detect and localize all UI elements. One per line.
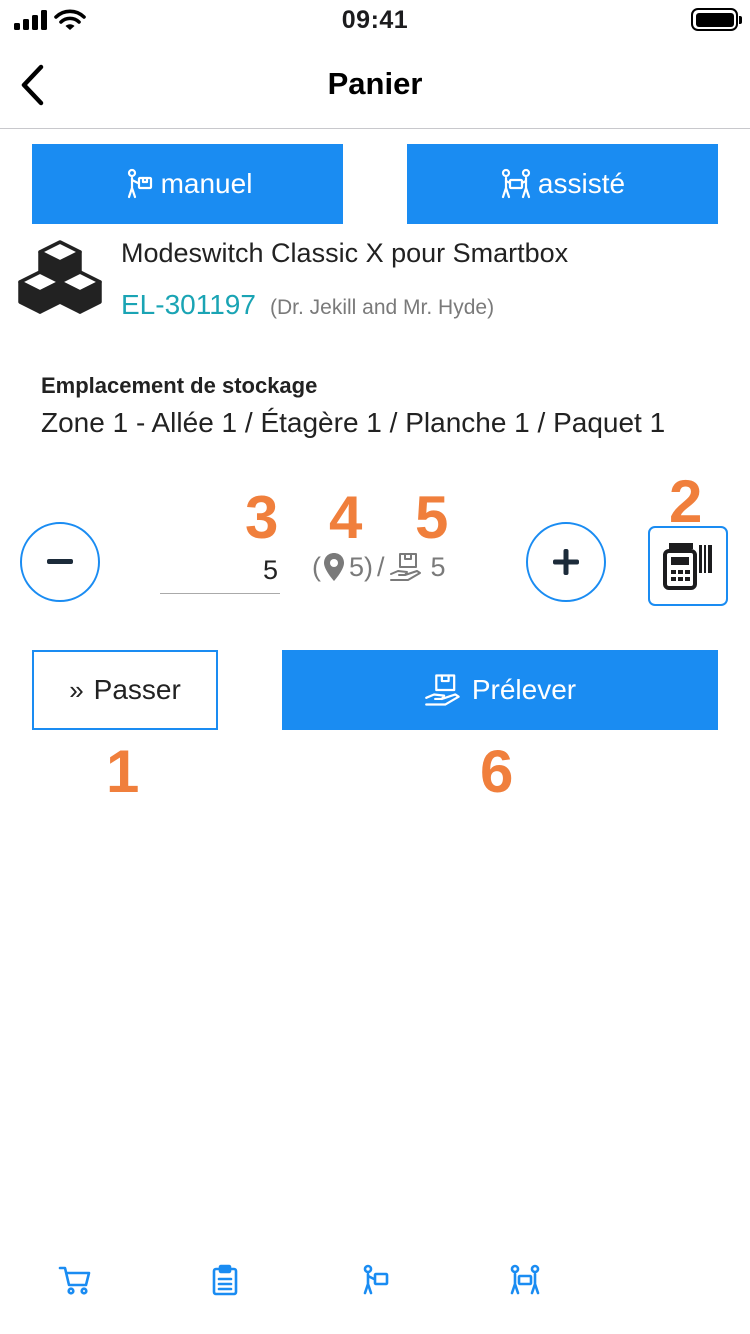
storage-location-value: Zone 1 - Allée 1 / Étagère 1 / Planche 1… <box>41 407 666 438</box>
location-pin-icon <box>324 553 344 581</box>
assisted-mode-label: assisté <box>537 168 626 199</box>
pick-button[interactable]: Prélever <box>282 650 718 730</box>
callout-1: 1 <box>106 738 140 805</box>
plus-icon <box>553 549 579 575</box>
location-stock-value: 5) <box>349 551 374 582</box>
barcode-scanner-button[interactable] <box>648 526 728 606</box>
callout-2: 2 <box>669 468 703 535</box>
skip-label: Passer <box>93 674 181 705</box>
navigation-bar: Panier <box>0 40 750 129</box>
status-bar: 09:41 <box>0 0 750 40</box>
callout-3: 3 <box>245 484 279 551</box>
manual-mode-button[interactable]: manuel <box>32 144 343 224</box>
manual-carry-icon <box>363 1264 389 1295</box>
callout-6: 6 <box>480 738 514 805</box>
picked-quantity: 5 <box>430 551 446 582</box>
hand-box-icon <box>389 553 421 581</box>
product-title: Modeswitch Classic X pour Smartbox <box>121 238 569 268</box>
increment-button[interactable] <box>526 522 606 602</box>
quantity-input[interactable] <box>160 548 280 594</box>
clipboard-list-icon <box>212 1264 238 1296</box>
skip-button[interactable]: » Passer <box>32 650 218 730</box>
minus-icon <box>47 559 73 564</box>
paren-open: ( <box>312 551 321 582</box>
stock-info: ( 5) / 5 <box>312 549 446 585</box>
assisted-carry-icon <box>510 1264 540 1295</box>
tab-cart[interactable] <box>57 1262 93 1298</box>
boxes-icon <box>18 240 102 314</box>
stock-separator: / <box>377 551 385 582</box>
product-brand: (Dr. Jekill and Mr. Hyde) <box>270 296 495 319</box>
product-reference-link[interactable]: EL-301197 <box>121 289 256 321</box>
callout-5: 5 <box>415 484 449 551</box>
callout-4: 4 <box>329 484 363 551</box>
assisted-carry-icon <box>501 168 531 199</box>
assisted-mode-button[interactable]: assisté <box>407 144 718 224</box>
storage-location-label: Emplacement de stockage <box>41 373 318 398</box>
tab-assisted[interactable] <box>507 1262 543 1298</box>
pick-label: Prélever <box>471 674 577 705</box>
status-time: 09:41 <box>341 6 409 34</box>
double-chevron-right-icon: » <box>69 674 84 705</box>
tab-manual[interactable] <box>357 1262 393 1298</box>
battery-icon <box>691 8 742 31</box>
manual-carry-icon <box>127 168 152 199</box>
manual-mode-label: manuel <box>160 168 253 199</box>
tab-bar <box>0 1250 750 1310</box>
cart-icon <box>58 1266 91 1295</box>
hand-box-icon <box>424 674 460 706</box>
tab-tasks[interactable] <box>207 1262 243 1298</box>
page-title: Panier <box>327 66 423 101</box>
barcode-scanner-icon <box>663 543 712 590</box>
decrement-button[interactable] <box>20 522 100 602</box>
